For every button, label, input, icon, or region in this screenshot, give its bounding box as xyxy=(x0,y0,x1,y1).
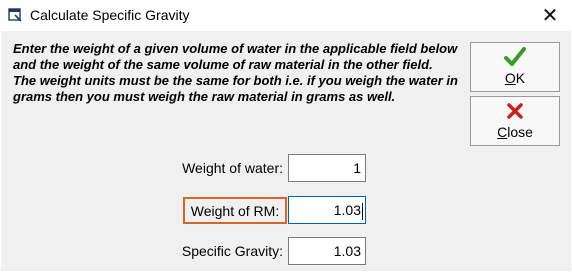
close-button[interactable]: Close xyxy=(470,96,560,146)
red-x-icon xyxy=(507,103,523,119)
ok-button[interactable]: OK xyxy=(470,42,560,92)
rm-weight-label: Weight of RM: xyxy=(183,197,287,224)
window-close-button[interactable]: ✕ xyxy=(530,0,570,31)
specific-gravity-label: Specific Gravity: xyxy=(181,243,283,259)
instructions-text: Enter the weight of a given volume of wa… xyxy=(13,41,458,104)
checkmark-icon xyxy=(504,47,526,66)
specific-gravity-output[interactable] xyxy=(288,237,366,265)
text-caret xyxy=(362,203,363,220)
window-title: Calculate Specific Gravity xyxy=(30,7,190,23)
close-button-label: Close xyxy=(497,124,533,140)
calculator-window-icon xyxy=(8,8,22,22)
water-weight-input[interactable] xyxy=(288,154,366,182)
title-bar: Calculate Specific Gravity ✕ xyxy=(0,0,572,31)
ok-button-label: OK xyxy=(504,70,526,86)
rm-weight-input[interactable] xyxy=(288,196,366,224)
water-weight-label: Weight of water: xyxy=(182,160,283,176)
dialog-body: Enter the weight of a given volume of wa… xyxy=(1,31,571,271)
